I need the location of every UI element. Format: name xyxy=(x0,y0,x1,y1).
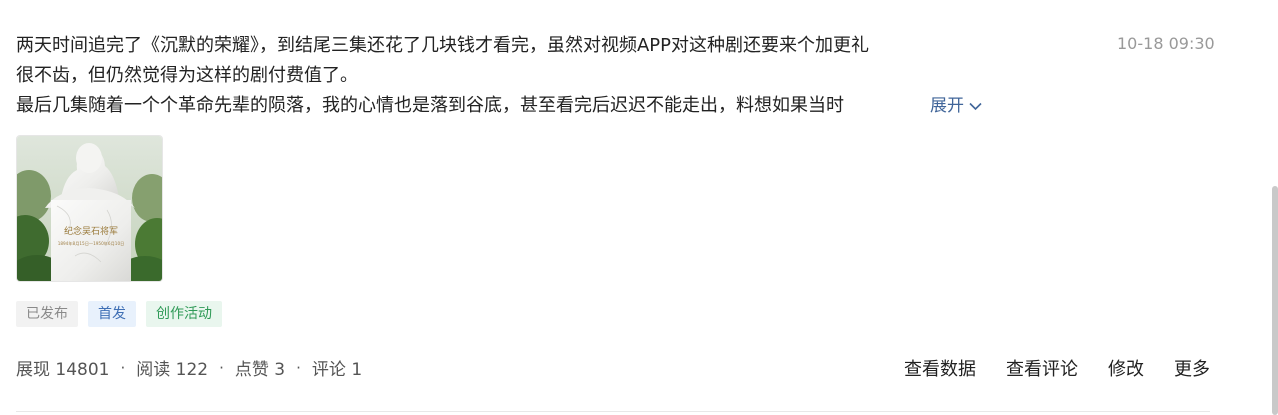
stat-reads: 阅读 122 xyxy=(136,360,209,380)
expand-label: 展开 xyxy=(930,96,964,116)
expand-button[interactable]: 展开 xyxy=(930,91,982,121)
scrollbar-thumb[interactable] xyxy=(1272,186,1278,415)
plaque-dates: 1894年8月15日—1950年6月10日 xyxy=(58,240,125,247)
scrollbar[interactable] xyxy=(1270,0,1278,415)
view-comments-button[interactable]: 查看评论 xyxy=(1006,355,1078,381)
tag-creation-activity[interactable]: 创作活动 xyxy=(146,301,222,327)
post-actions: 查看数据 查看评论 修改 更多 xyxy=(904,355,1210,381)
memorial-bust-image: 纪念吴石将军 1894年8月15日—1950年6月10日 xyxy=(17,136,162,281)
stat-separator: · xyxy=(120,358,126,377)
stat-separator: · xyxy=(296,358,301,377)
stat-likes: 点赞 3 xyxy=(234,360,286,380)
plaque-text: 纪念吴石将军 xyxy=(64,225,118,237)
post-card: 两天时间追完了《沉默的荣耀》，到结尾三集还花了几块钱才看完，虽然对视频APP对这… xyxy=(0,0,1278,415)
post-divider xyxy=(16,411,1210,412)
post-stats: 展现 14801 · 阅读 122 · 点赞 3 · 评论 1 xyxy=(16,355,363,381)
chevron-down-icon xyxy=(969,102,982,110)
tag-published: 已发布 xyxy=(16,301,78,327)
more-button[interactable]: 更多 xyxy=(1174,355,1210,381)
post-image[interactable]: 纪念吴石将军 1894年8月15日—1950年6月10日 xyxy=(16,135,163,282)
tag-first-release: 首发 xyxy=(88,301,136,327)
post-text-line-3-row: 最后几集随着一个个革命先辈的陨落，我的心情也是落到谷底，甚至看完后迟迟不能走出，… xyxy=(16,91,1001,121)
post-text-line-2: 很不齿，但仍然觉得为这样的剧付费值了。 xyxy=(16,65,358,86)
post-text-line-3: 最后几集随着一个个革命先辈的陨落，我的心情也是落到谷底，甚至看完后迟迟不能走出，… xyxy=(16,95,844,116)
post-timestamp: 10-18 09:30 xyxy=(1117,34,1215,53)
post-text-line-1: 两天时间追完了《沉默的荣耀》，到结尾三集还花了几块钱才看完，虽然对视频APP对这… xyxy=(16,35,870,56)
view-data-button[interactable]: 查看数据 xyxy=(904,355,976,381)
status-tags: 已发布 首发 创作活动 xyxy=(16,301,222,327)
post-content[interactable]: 两天时间追完了《沉默的荣耀》，到结尾三集还花了几块钱才看完，虽然对视频APP对这… xyxy=(16,31,1001,121)
stat-separator: · xyxy=(219,358,224,377)
stat-impressions: 展现 14801 xyxy=(16,360,110,380)
edit-button[interactable]: 修改 xyxy=(1108,355,1144,381)
stat-comments: 评论 1 xyxy=(311,360,363,380)
